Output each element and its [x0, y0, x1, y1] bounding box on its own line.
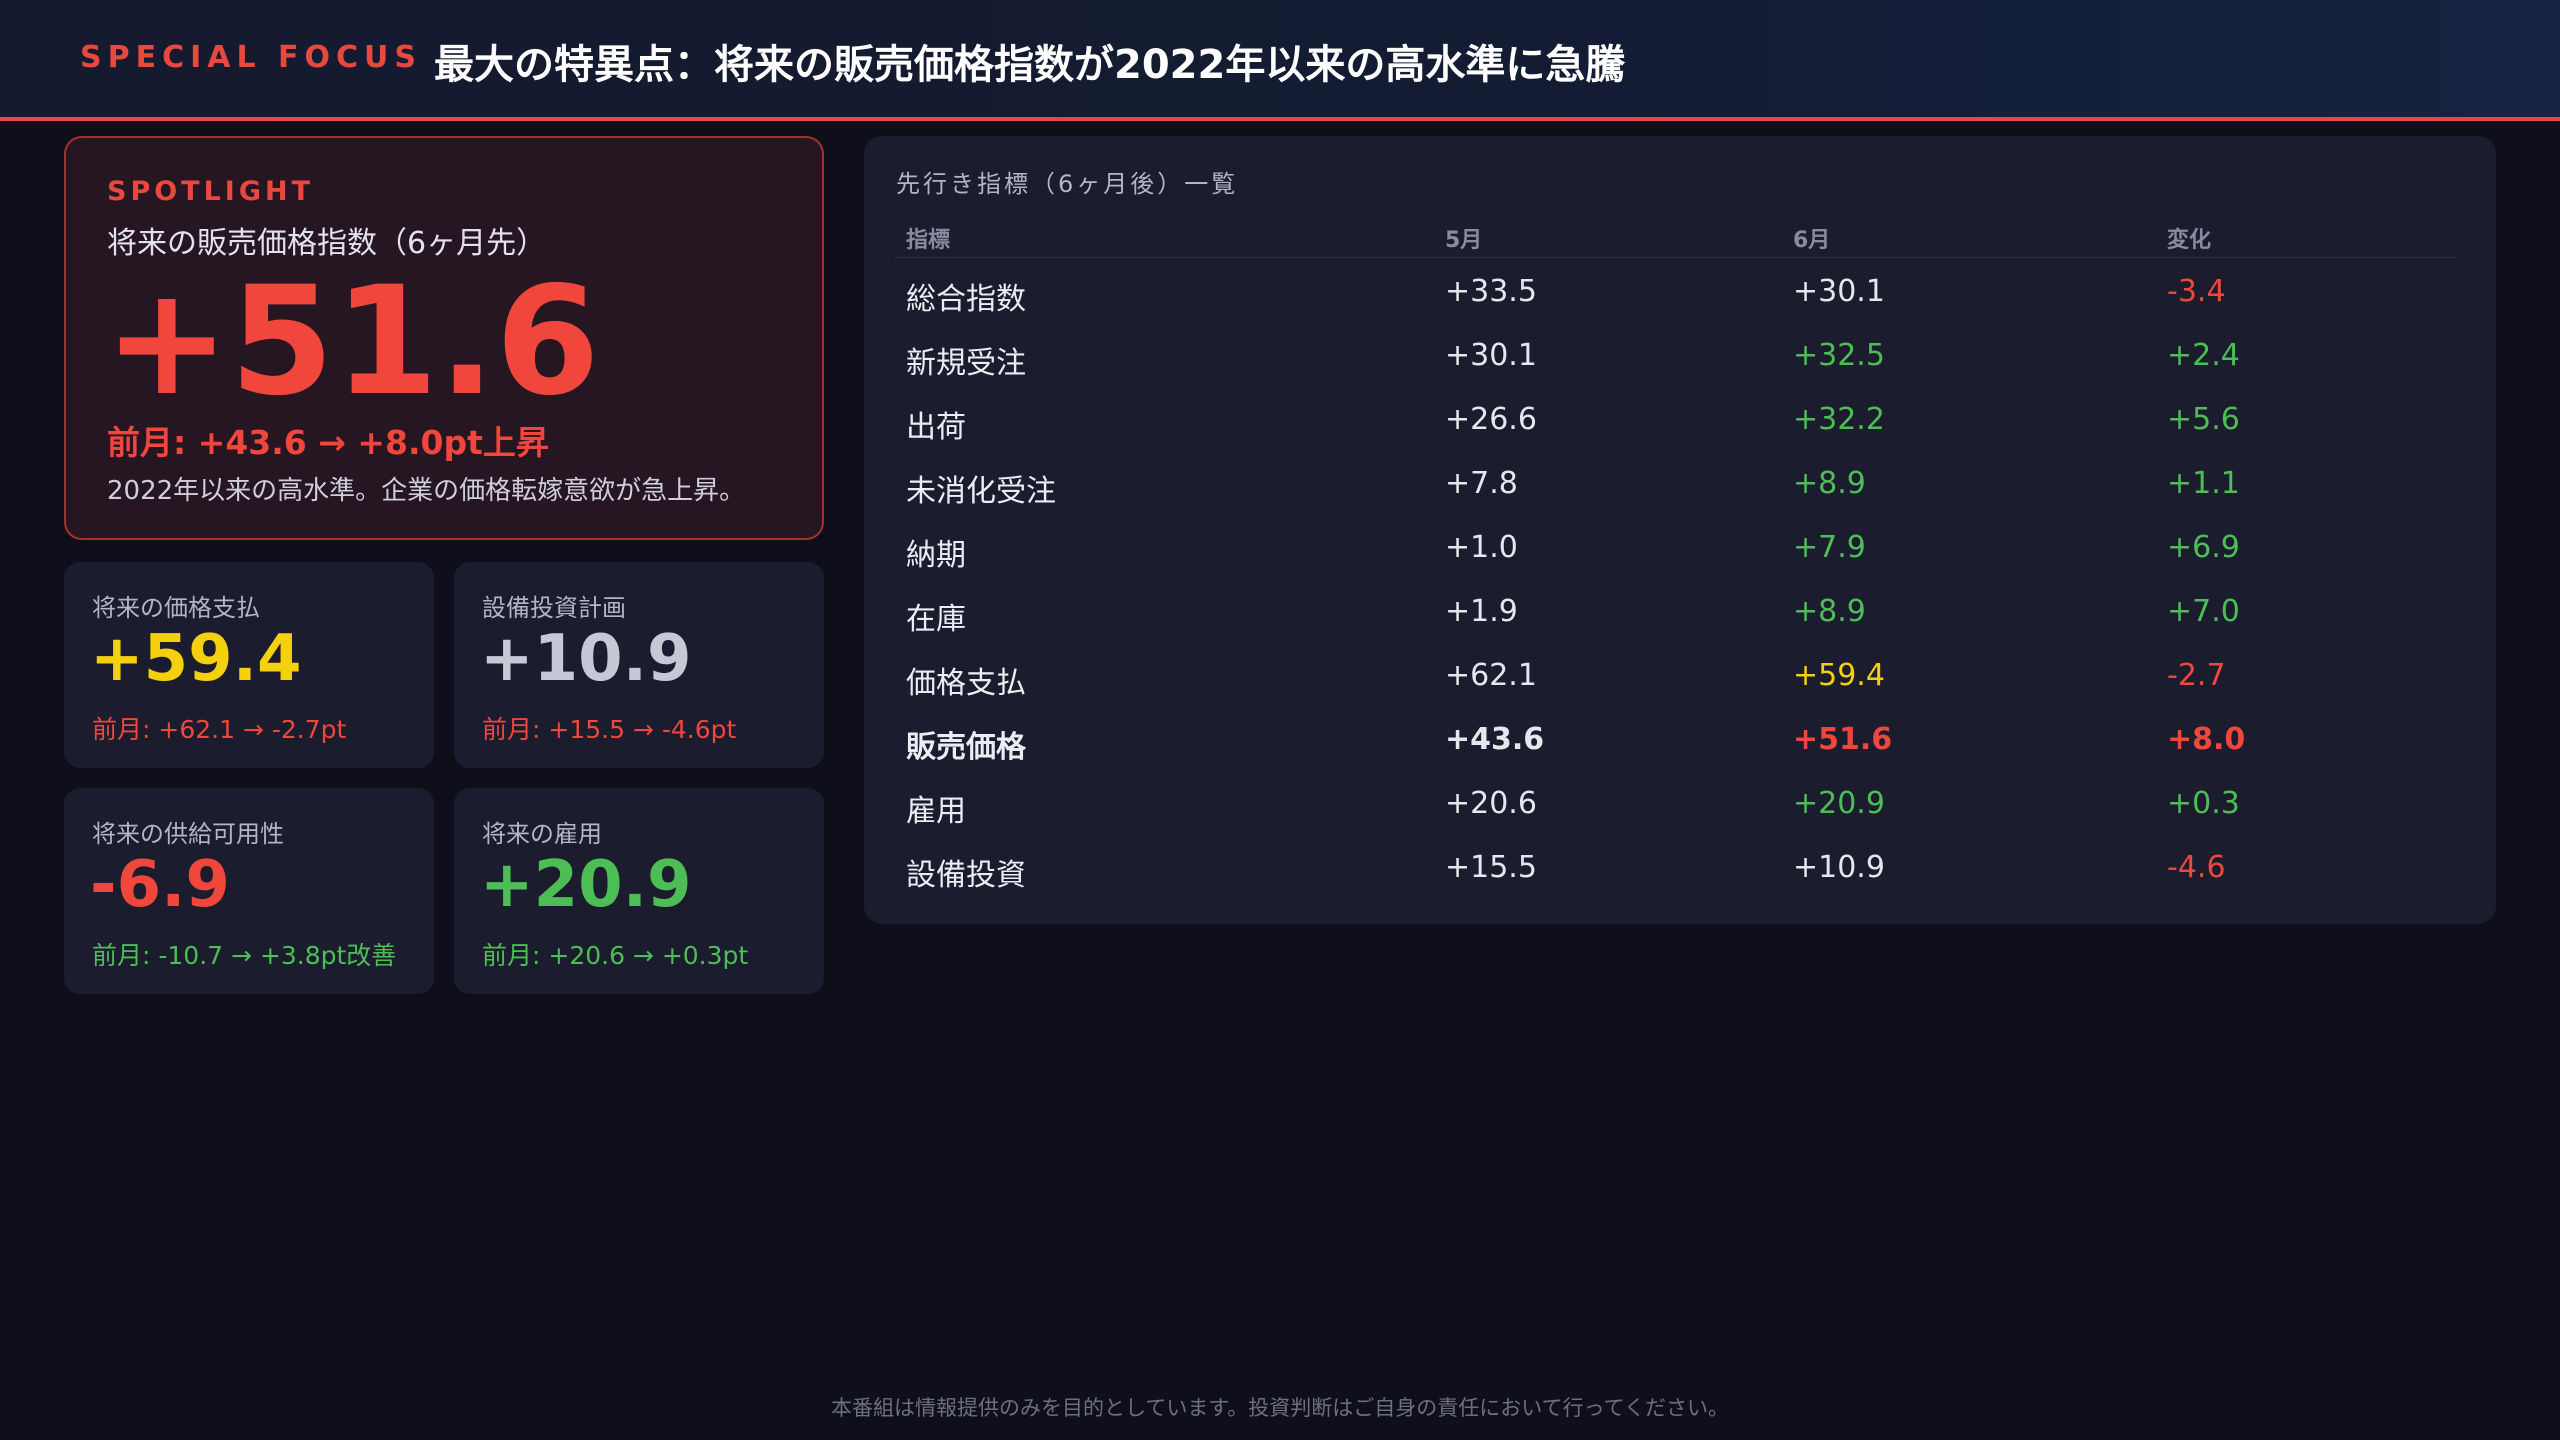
may-value: +1.9 [1445, 594, 1518, 629]
table-row: 総合指数 +33.5 +30.1 -3.4 [894, 258, 2456, 322]
metric-change: 前月: +20.6 → +0.3pt [482, 941, 749, 970]
june-value: +51.6 [1793, 722, 1893, 757]
change-value: -2.7 [2167, 658, 2226, 693]
indicator-name: 新規受注 [906, 346, 1026, 381]
indicator-name: 未消化受注 [906, 474, 1056, 509]
change-value: +8.0 [2167, 722, 2246, 757]
metric-card-employment: 将来の雇用 +20.9 前月: +20.6 → +0.3pt [454, 788, 824, 994]
metric-label: 将来の価格支払 [92, 594, 260, 622]
metric-card-capex-plan: 設備投資計画 +10.9 前月: +15.5 → -4.6pt [454, 562, 824, 768]
june-value: +8.9 [1793, 594, 1866, 629]
change-value: -4.6 [2167, 850, 2226, 885]
header-june: 6月 [1793, 228, 1831, 253]
table-row: 設備投資 +15.5 +10.9 -4.6 [894, 834, 2456, 898]
section-tag: SPECIAL FOCUS [80, 40, 423, 75]
metric-card-price-paid: 将来の価格支払 +59.4 前月: +62.1 → -2.7pt [64, 562, 434, 768]
june-value: +10.9 [1793, 850, 1885, 885]
metric-card-supply-availability: 将来の供給可用性 -6.9 前月: -10.7 → +3.8pt改善 [64, 788, 434, 994]
metric-change: 前月: -10.7 → +3.8pt改善 [92, 941, 397, 970]
table-row: 新規受注 +30.1 +32.5 +2.4 [894, 322, 2456, 386]
may-value: +43.6 [1445, 722, 1545, 757]
spotlight-change: 前月: +43.6 → +8.0pt上昇 [107, 423, 549, 462]
june-value: +59.4 [1793, 658, 1885, 693]
table-row: 価格支払 +62.1 +59.4 -2.7 [894, 642, 2456, 706]
table-row: 雇用 +20.6 +20.9 +0.3 [894, 770, 2456, 834]
spotlight-label: SPOTLIGHT [107, 176, 315, 207]
june-value: +32.2 [1793, 402, 1885, 437]
table-row: 販売価格 +43.6 +51.6 +8.0 [894, 706, 2456, 770]
spotlight-card: SPOTLIGHT 将来の販売価格指数（6ヶ月先） +51.6 前月: +43.… [64, 136, 824, 540]
table-row: 納期 +1.0 +7.9 +6.9 [894, 514, 2456, 578]
indicator-name: 納期 [906, 538, 966, 573]
indicator-name: 総合指数 [906, 282, 1026, 317]
indicator-name: 価格支払 [906, 666, 1026, 701]
header-may: 5月 [1445, 228, 1483, 253]
metric-change: 前月: +15.5 → -4.6pt [482, 715, 737, 744]
spotlight-note: 2022年以来の高水準。企業の価格転嫁意欲が急上昇。 [107, 476, 746, 506]
page-title: 最大の特異点：将来の販売価格指数が2022年以来の高水準に急騰 [434, 42, 1626, 88]
metric-label: 将来の雇用 [482, 820, 602, 848]
indicator-table-panel: 先行き指標（6ヶ月後）一覧 指標 5月 6月 変化 総合指数 +33.5 +30.1… [864, 136, 2496, 924]
may-value: +30.1 [1445, 338, 1537, 373]
june-value: +32.5 [1793, 338, 1885, 373]
change-value: -3.4 [2167, 274, 2226, 309]
indicator-name: 出荷 [906, 410, 966, 445]
table-title: 先行き指標（6ヶ月後）一覧 [896, 170, 1239, 198]
metric-label: 将来の供給可用性 [92, 820, 284, 848]
june-value: +7.9 [1793, 530, 1866, 565]
indicator-name: 設備投資 [906, 858, 1026, 893]
metric-label: 設備投資計画 [482, 594, 626, 622]
header-indicator: 指標 [906, 228, 951, 253]
metric-value: +59.4 [90, 622, 302, 696]
june-value: +20.9 [1793, 786, 1885, 821]
change-value: +5.6 [2167, 402, 2240, 437]
change-value: +7.0 [2167, 594, 2240, 629]
may-value: +33.5 [1445, 274, 1537, 309]
change-value: +0.3 [2167, 786, 2240, 821]
change-value: +1.1 [2167, 466, 2240, 501]
table-row: 出荷 +26.6 +32.2 +5.6 [894, 386, 2456, 450]
metric-value: -6.9 [90, 848, 230, 922]
metric-value: +20.9 [480, 848, 692, 922]
metric-value: +10.9 [480, 622, 692, 696]
june-value: +8.9 [1793, 466, 1866, 501]
header-change: 変化 [2167, 228, 2212, 253]
may-value: +15.5 [1445, 850, 1537, 885]
may-value: +7.8 [1445, 466, 1518, 501]
change-value: +6.9 [2167, 530, 2240, 565]
may-value: +1.0 [1445, 530, 1518, 565]
indicator-name: 在庫 [906, 602, 966, 637]
june-value: +30.1 [1793, 274, 1885, 309]
header-bar: SPECIAL FOCUS 最大の特異点：将来の販売価格指数が2022年以来の高… [0, 0, 2560, 121]
may-value: +62.1 [1445, 658, 1537, 693]
indicator-name: 販売価格 [906, 730, 1026, 765]
metric-change: 前月: +62.1 → -2.7pt [92, 715, 347, 744]
spotlight-value: +51.6 [104, 255, 600, 429]
may-value: +26.6 [1445, 402, 1537, 437]
table-header: 指標 5月 6月 変化 [894, 208, 2456, 258]
change-value: +2.4 [2167, 338, 2240, 373]
disclaimer: 本番組は情報提供のみを目的としています。投資判断はご自身の責任において行ってくだ… [831, 1396, 1729, 1420]
table-row: 未消化受注 +7.8 +8.9 +1.1 [894, 450, 2456, 514]
table-row: 在庫 +1.9 +8.9 +7.0 [894, 578, 2456, 642]
indicator-name: 雇用 [906, 794, 966, 829]
may-value: +20.6 [1445, 786, 1537, 821]
